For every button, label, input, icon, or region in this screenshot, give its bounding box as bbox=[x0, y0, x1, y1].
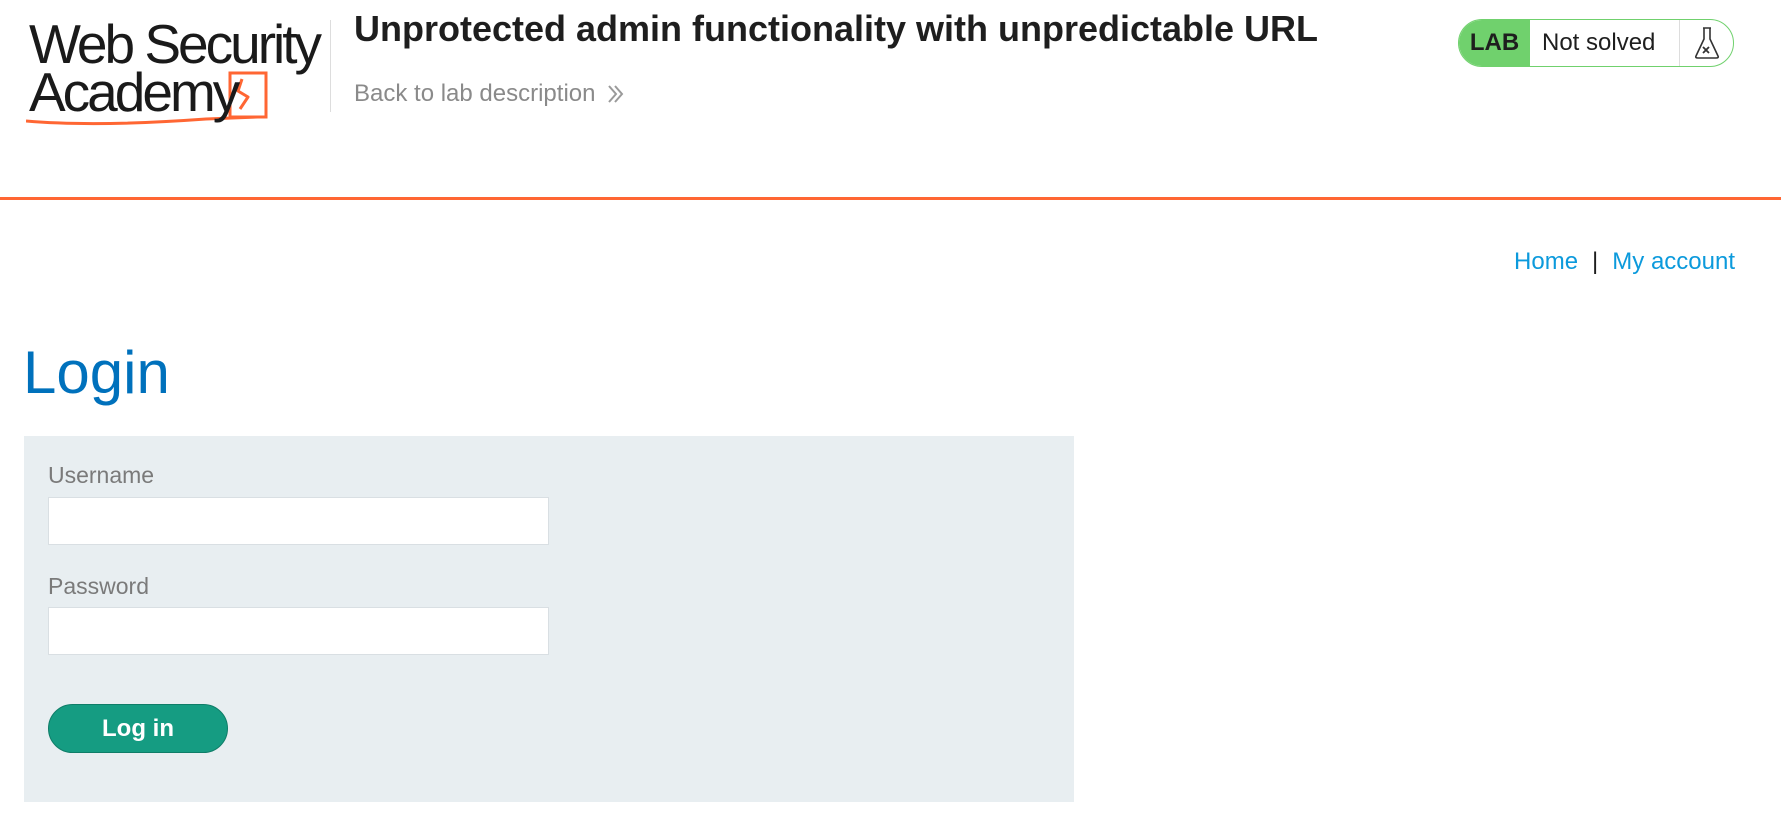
header-divider bbox=[330, 20, 331, 112]
login-form: Username Password Log in bbox=[24, 436, 1074, 802]
login-button[interactable]: Log in bbox=[48, 704, 228, 753]
flask-icon bbox=[1680, 20, 1733, 66]
password-input[interactable] bbox=[48, 607, 549, 655]
username-input[interactable] bbox=[48, 497, 549, 545]
lab-status-text: Not solved bbox=[1530, 20, 1680, 66]
top-nav: Home | My account bbox=[1514, 248, 1735, 276]
lab-title: Unprotected admin functionality with unp… bbox=[354, 8, 1319, 49]
username-label: Username bbox=[48, 462, 155, 488]
nav-my-account-link[interactable]: My account bbox=[1612, 248, 1735, 276]
lab-status-widget: LAB Not solved bbox=[1458, 19, 1734, 67]
nav-home-link[interactable]: Home bbox=[1514, 248, 1578, 276]
back-link-label: Back to lab description bbox=[354, 80, 596, 107]
logo-text-line2: Academy bbox=[29, 61, 240, 123]
page-title: Login bbox=[23, 339, 170, 406]
web-security-academy-logo[interactable]: Web Security Academy bbox=[26, 17, 328, 129]
lab-badge: LAB bbox=[1459, 20, 1530, 66]
lab-header: Web Security Academy Unprotected admin f… bbox=[0, 0, 1781, 200]
double-chevron-right-icon bbox=[607, 84, 625, 104]
nav-separator: | bbox=[1592, 248, 1599, 275]
back-to-lab-description-link[interactable]: Back to lab description bbox=[354, 80, 625, 108]
password-label: Password bbox=[48, 573, 149, 599]
